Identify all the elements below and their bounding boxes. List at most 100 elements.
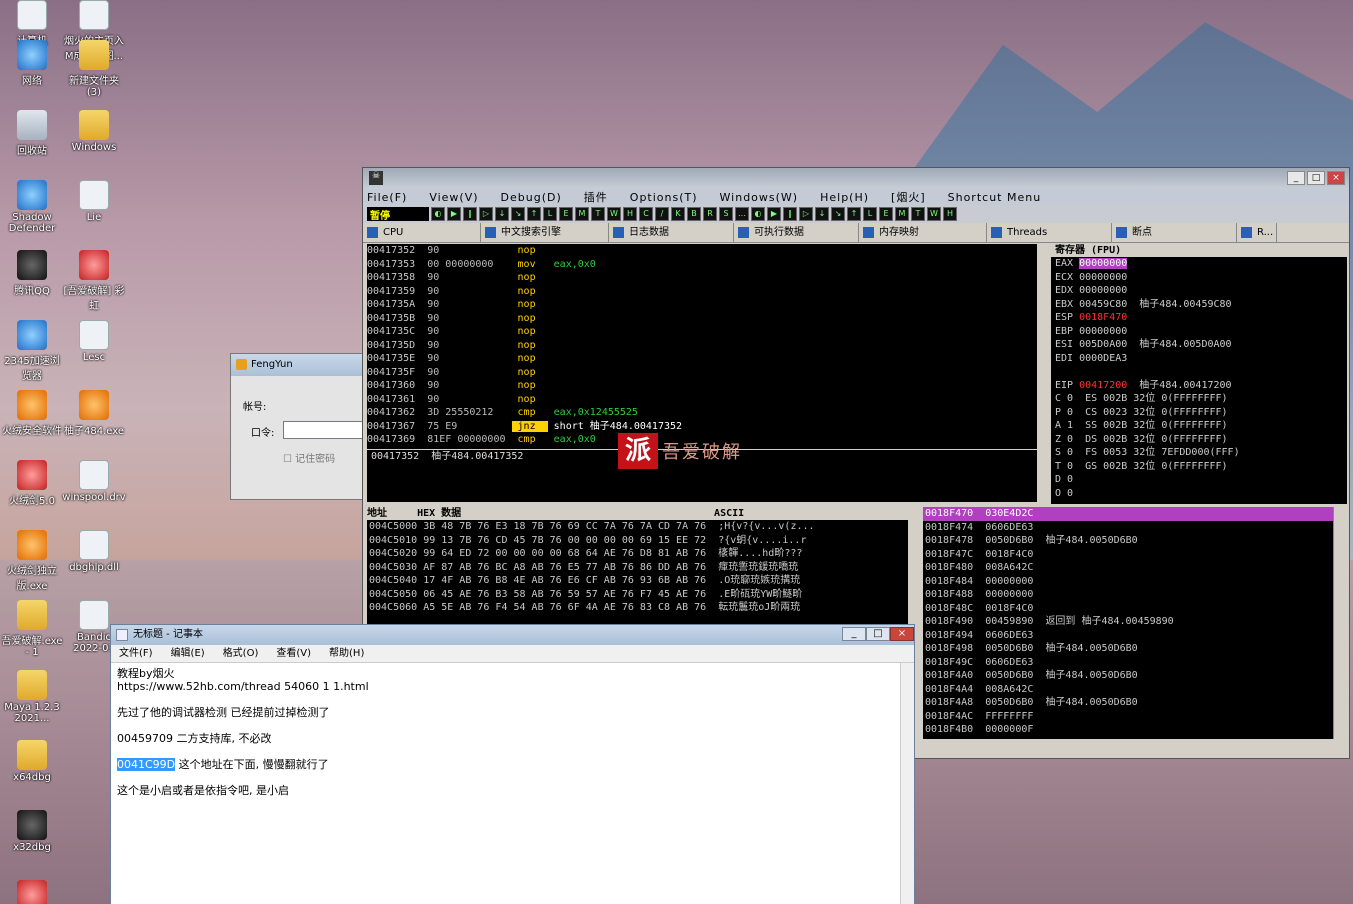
tab-日志数据[interactable]: 日志数据 xyxy=(609,223,734,243)
toolbar-button-icon[interactable]: ↑ xyxy=(847,207,861,221)
notepad-menu-item[interactable]: 编辑(E) xyxy=(171,645,205,662)
toolbar-button-icon[interactable]: ▶ xyxy=(447,207,461,221)
stack-row[interactable]: 0018F4A8 0050D6B0 柚子484.0050D6B0 xyxy=(923,696,1333,710)
desktop-icon[interactable] xyxy=(0,880,64,904)
hex-row[interactable]: 004C5060 A5 5E AB 76 F4 54 AB 76 6F 4A A… xyxy=(367,601,908,615)
remember-password-checkbox[interactable]: ☐ 记住密码 xyxy=(283,450,335,465)
tab-中文搜索引擎[interactable]: 中文搜索引擎 xyxy=(481,223,609,243)
register-row[interactable] xyxy=(1051,365,1347,379)
menu-item[interactable]: 插件 xyxy=(584,189,608,205)
desktop-icon[interactable]: 火绒剑独立版.exe xyxy=(0,530,64,592)
toolbar-button-icon[interactable]: / xyxy=(655,207,669,221)
desktop-icon[interactable]: 火绒剑5.0 xyxy=(0,460,64,507)
notepad-titlebar[interactable]: 无标题 - 记事本 _ □ × xyxy=(111,625,914,645)
stack-row[interactable]: 0018F490 00459890 返回到 柚子484.00459890 xyxy=(923,615,1333,629)
stack-row[interactable]: 0018F4A4 008A642C xyxy=(923,683,1333,697)
stack-row[interactable]: 0018F474 0606DE63 xyxy=(923,521,1333,535)
disasm-row[interactable]: 00417353 00 00000000 mov eax,0x0 xyxy=(367,258,1037,272)
notepad-minimize-button[interactable]: _ xyxy=(842,627,866,641)
tab-CPU[interactable]: CPU xyxy=(363,223,481,243)
desktop-icon[interactable]: x64dbg xyxy=(0,740,64,783)
desktop-icon[interactable]: Windows xyxy=(62,110,126,153)
toolbar-button-icon[interactable]: ◐ xyxy=(751,207,765,221)
desktop-icon[interactable]: [吾爱破解] 彩虹 xyxy=(62,250,126,312)
debugger-titlebar[interactable]: ☠ _ □ × xyxy=(363,168,1349,189)
stack-row[interactable]: 0018F4AC FFFFFFFF xyxy=(923,710,1333,724)
hex-row[interactable]: 004C5000 3B 48 7B 76 E3 18 7B 76 69 CC 7… xyxy=(367,520,908,534)
desktop-icon[interactable]: 柚子484.exe xyxy=(62,390,126,437)
toolbar-button-icon[interactable]: ▷ xyxy=(799,207,813,221)
menu-item[interactable]: Help(H) xyxy=(820,191,869,204)
toolbar-button-icon[interactable]: H xyxy=(943,207,957,221)
toolbar-button-icon[interactable]: ◐ xyxy=(431,207,445,221)
disasm-row[interactable]: 0041735E 90 nop xyxy=(367,352,1037,366)
disasm-row[interactable]: 00417358 90 nop xyxy=(367,271,1037,285)
menu-item[interactable]: Shortcut Menu xyxy=(948,191,1042,204)
toolbar-button-icon[interactable]: M xyxy=(895,207,909,221)
desktop-icon[interactable]: 腾讯QQ xyxy=(0,250,64,297)
disasm-row[interactable]: 00417360 90 nop xyxy=(367,379,1037,393)
tab-断点[interactable]: 断点 xyxy=(1112,223,1237,243)
disasm-row[interactable]: 00417361 90 nop xyxy=(367,393,1037,407)
toolbar-button-icon[interactable]: K xyxy=(671,207,685,221)
tab-R...[interactable]: R... xyxy=(1237,223,1277,243)
registers-pane[interactable]: 寄存器 (FPU) EAX 00000000 ECX 00000000 EDX … xyxy=(1051,244,1347,504)
flag-row[interactable]: C 0 ES 002B 32位 0(FFFFFFFF) xyxy=(1051,392,1347,406)
tab-Threads[interactable]: Threads xyxy=(987,223,1112,243)
desktop-icon[interactable]: 火绒安全软件 xyxy=(0,390,64,437)
disasm-row[interactable]: 00417367 75 E9 jnz short 柚子484.00417352 xyxy=(367,420,1037,434)
desktop-icon[interactable]: dbghlp.dll xyxy=(62,530,126,573)
stack-row[interactable]: 0018F480 008A642C xyxy=(923,561,1333,575)
close-button[interactable]: × xyxy=(1327,171,1345,185)
disasm-row[interactable]: 0041735A 90 nop xyxy=(367,298,1037,312)
stack-pane[interactable]: 0018F470 030E4D2C 0018F474 0606DE63 0018… xyxy=(923,507,1333,739)
notepad-menu-item[interactable]: 帮助(H) xyxy=(329,645,364,662)
register-row[interactable]: ESP 0018F470 xyxy=(1051,311,1347,325)
toolbar-button-icon[interactable]: T xyxy=(911,207,925,221)
desktop-icon[interactable]: winspool.drv xyxy=(62,460,126,503)
notepad-close-button[interactable]: × xyxy=(890,627,914,641)
desktop-icon[interactable]: 回收站 xyxy=(0,110,64,157)
notepad-maximize-button[interactable]: □ xyxy=(866,627,890,641)
register-row[interactable]: EDX 00000000 xyxy=(1051,284,1347,298)
register-row[interactable]: ESI 005D0A00 柚子484.005D0A00 xyxy=(1051,338,1347,352)
toolbar-button-icon[interactable]: ‖ xyxy=(463,207,477,221)
toolbar-button-icon[interactable]: M xyxy=(575,207,589,221)
password-field[interactable] xyxy=(283,421,365,439)
toolbar-button-icon[interactable]: H xyxy=(623,207,637,221)
toolbar-button-icon[interactable]: R xyxy=(703,207,717,221)
disasm-row[interactable]: 00417359 90 nop xyxy=(367,285,1037,299)
toolbar-button-icon[interactable]: ↘ xyxy=(511,207,525,221)
toolbar-button-icon[interactable]: … xyxy=(735,207,749,221)
hex-dump-pane[interactable]: 地址 HEX 数据 ASCII 004C5000 3B 48 7B 76 E3 … xyxy=(367,507,908,627)
desktop-icon[interactable]: Lesc xyxy=(62,320,126,363)
notepad-menu-item[interactable]: 文件(F) xyxy=(119,645,153,662)
notepad-menu-item[interactable]: 格式(O) xyxy=(223,645,259,662)
fengyun-titlebar[interactable]: FengYun xyxy=(231,354,364,376)
hex-row[interactable]: 004C5020 99 64 ED 72 00 00 00 00 68 64 A… xyxy=(367,547,908,561)
disasm-row[interactable]: 0041735F 90 nop xyxy=(367,366,1037,380)
stack-row[interactable]: 0018F488 00000000 xyxy=(923,588,1333,602)
stack-row[interactable]: 0018F484 00000000 xyxy=(923,575,1333,589)
register-row[interactable]: EAX 00000000 xyxy=(1051,257,1347,271)
disasm-row[interactable]: 0041735B 90 nop xyxy=(367,312,1037,326)
menu-item[interactable]: File(F) xyxy=(367,191,407,204)
flag-row[interactable]: S 0 FS 0053 32位 7EFDD000(FFF) xyxy=(1051,446,1347,460)
stack-row[interactable]: 0018F4B0 0000000F xyxy=(923,723,1333,737)
desktop-icon[interactable]: 网络 xyxy=(0,40,64,87)
stack-row[interactable]: 0018F470 030E4D2C xyxy=(923,507,1333,521)
menu-item[interactable]: Windows(W) xyxy=(720,191,799,204)
toolbar-button-icon[interactable]: E xyxy=(879,207,893,221)
register-row[interactable]: EDI 0000DEA3 xyxy=(1051,352,1347,366)
hex-row[interactable]: 004C5040 17 4F AB 76 B8 4E AB 76 E6 CF A… xyxy=(367,574,908,588)
register-row[interactable]: ECX 00000000 xyxy=(1051,271,1347,285)
flag-row[interactable]: D 0 xyxy=(1051,473,1347,487)
toolbar-button-icon[interactable]: B xyxy=(687,207,701,221)
desktop-icon[interactable]: Maya 1.2.3 2021... xyxy=(0,670,64,724)
menu-item[interactable]: Options(T) xyxy=(630,191,698,204)
hex-row[interactable]: 004C5050 06 45 AE 76 B3 58 AB 76 59 57 A… xyxy=(367,588,908,602)
disasm-row[interactable]: 00417362 3D 25550212 cmp eax,0x12455525 xyxy=(367,406,1037,420)
flag-row[interactable]: O 0 xyxy=(1051,487,1347,501)
notepad-scrollbar[interactable] xyxy=(900,663,914,904)
desktop-icon[interactable]: 吾爱破解.exe - 1 xyxy=(0,600,64,658)
